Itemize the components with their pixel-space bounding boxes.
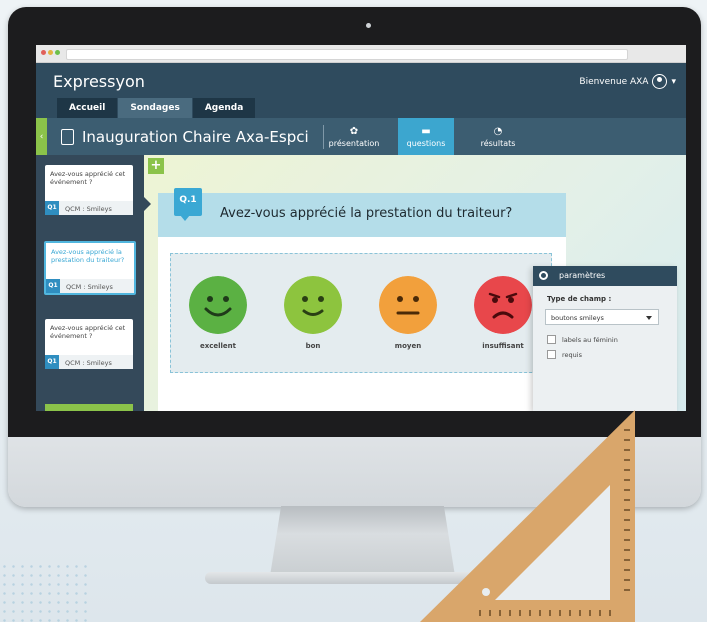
neutral-smiley-icon[interactable]: [379, 276, 437, 334]
nav-label: questions: [406, 139, 446, 148]
add-question-bar[interactable]: [45, 404, 133, 411]
question-editor: Q.1 Avez-vous apprécié la prestation du …: [158, 188, 566, 411]
question-card-footer: Q1 QCM : Smileys: [45, 201, 133, 215]
screen: Expressyon Bienvenue AXA ▾ Accueil Sonda…: [36, 45, 686, 411]
question-card-footer: Q1 QCM : Smileys: [45, 355, 133, 369]
close-dot[interactable]: [41, 50, 46, 55]
params-panel: paramètres Type de champ : boutons smile…: [533, 266, 677, 411]
nav-label: présentation: [328, 139, 380, 148]
pie-chart-icon: ◔: [493, 126, 503, 137]
checkbox-requis[interactable]: requis: [547, 350, 582, 359]
checkbox[interactable]: [547, 335, 556, 344]
camera: [366, 23, 371, 28]
question-number-badge: Q.1: [174, 188, 202, 221]
question-title[interactable]: Avez-vous apprécié la prestation du trai…: [220, 206, 512, 221]
question-type: QCM : Smileys: [66, 283, 113, 291]
question-card-text: Avez-vous apprécié cet événement ?: [50, 170, 126, 186]
answer-label: moyen: [394, 342, 422, 350]
happy-smiley-icon[interactable]: [284, 276, 342, 334]
active-pointer: [144, 197, 151, 211]
speech-bubble-icon: ▬: [421, 126, 431, 137]
tab-accueil[interactable]: Accueil: [57, 98, 118, 118]
tab-sondages[interactable]: Sondages: [118, 98, 192, 118]
question-badge: Q1: [45, 355, 59, 369]
question-list: Avez-vous apprécié cet événement ? Q1 QC…: [36, 155, 144, 411]
params-header: paramètres: [533, 266, 677, 286]
answer-options: excellent bon moyen insuffisant: [170, 253, 552, 373]
question-card-active[interactable]: Avez-vous apprécié la prestation du trai…: [44, 241, 136, 295]
checkbox-labels-feminin[interactable]: labels au féminin: [547, 335, 618, 344]
maximize-dot[interactable]: [55, 50, 60, 55]
question-card[interactable]: Avez-vous apprécié cet événement ? Q1 QC…: [45, 319, 133, 369]
field-type-select[interactable]: boutons smileys: [545, 309, 659, 325]
add-button[interactable]: +: [148, 158, 164, 174]
app-header: Expressyon Bienvenue AXA ▾ Accueil Sonda…: [36, 63, 686, 118]
question-card-text: Avez-vous apprécié cet événement ?: [50, 324, 126, 340]
checkbox-label: requis: [562, 350, 582, 359]
nav-questions[interactable]: ▬ questions: [398, 118, 454, 156]
nav-presentation[interactable]: ✿ présentation: [326, 118, 382, 156]
params-title: paramètres: [559, 271, 606, 280]
field-type-label: Type de champ :: [547, 295, 612, 303]
question-badge: Q1: [46, 279, 60, 293]
brand-logo: Expressyon: [53, 72, 145, 91]
chevron-down-icon: ▾: [671, 76, 676, 87]
tab-agenda[interactable]: Agenda: [192, 98, 256, 118]
question-card-footer: Q1 QCM : Smileys: [46, 279, 134, 293]
divider: [322, 125, 324, 149]
survey-nav: ✿ présentation ▬ questions ◔ résultats: [326, 118, 542, 156]
gear-icon: ✿: [349, 126, 359, 137]
question-header: Q.1 Avez-vous apprécié la prestation du …: [158, 188, 566, 237]
question-card[interactable]: Avez-vous apprécié cet événement ? Q1 QC…: [45, 165, 133, 215]
user-icon: [652, 74, 668, 89]
welcome-text: Bienvenue AXA: [579, 76, 649, 87]
gear-icon: [539, 271, 548, 280]
sad-smiley-icon[interactable]: [474, 276, 532, 334]
browser-bar: [36, 45, 686, 63]
set-square-ruler-icon: [420, 410, 635, 622]
survey-titlebar: ‹ Inauguration Chaire Axa-Espci ✿ présen…: [36, 118, 686, 156]
user-menu[interactable]: Bienvenue AXA ▾: [579, 74, 676, 89]
nav-label: résultats: [480, 139, 516, 148]
chevron-down-icon: [646, 316, 652, 320]
question-type: QCM : Smileys: [65, 359, 112, 367]
answer-label: bon: [305, 342, 321, 350]
checkbox-label: labels au féminin: [562, 335, 618, 344]
answer-label: insuffisant: [482, 342, 524, 350]
content-area: Avez-vous apprécié cet événement ? Q1 QC…: [36, 155, 686, 411]
clipboard-icon: [61, 129, 74, 145]
answer-label: excellent: [199, 342, 237, 350]
minimize-dot[interactable]: [48, 50, 53, 55]
collapse-arrow-icon[interactable]: ‹: [36, 118, 47, 156]
checkbox[interactable]: [547, 350, 556, 359]
question-type: QCM : Smileys: [65, 205, 112, 213]
address-bar[interactable]: [66, 49, 628, 60]
question-card-text: Avez-vous apprécié la prestation du trai…: [51, 248, 125, 264]
very-happy-smiley-icon[interactable]: [189, 276, 247, 334]
decorative-dots: [0, 562, 90, 622]
survey-title: Inauguration Chaire Axa-Espci: [82, 128, 309, 146]
field-type-value: boutons smileys: [551, 314, 604, 322]
nav-resultats[interactable]: ◔ résultats: [470, 118, 526, 156]
main-tabs: Accueil Sondages Agenda: [57, 98, 256, 118]
question-badge: Q1: [45, 201, 59, 215]
